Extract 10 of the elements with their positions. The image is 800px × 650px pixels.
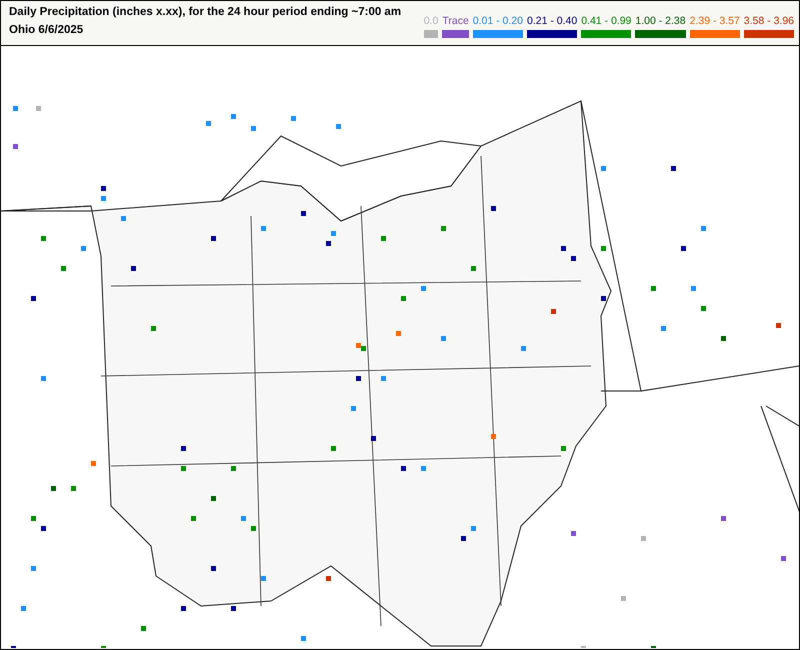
map-subtitle: Ohio 6/6/2025	[9, 24, 84, 36]
legend-label: Trace	[442, 15, 469, 27]
legend-label: 0.21 - 0.40	[526, 15, 578, 27]
legend-label: 1.00 - 2.38	[635, 15, 686, 27]
legend-label: 2.39 - 3.57	[690, 15, 740, 27]
legend-label: 3.58 - 3.96	[744, 15, 794, 27]
legend-label: 0.41 - 0.99	[581, 15, 632, 27]
map-title: Daily Precipitation (inches x.xx), for the 24 hour period ending ~7:00 am	[9, 6, 402, 18]
legend-label: 0.0	[424, 15, 438, 27]
legend-label: 0.01 - 0.20	[472, 15, 523, 27]
